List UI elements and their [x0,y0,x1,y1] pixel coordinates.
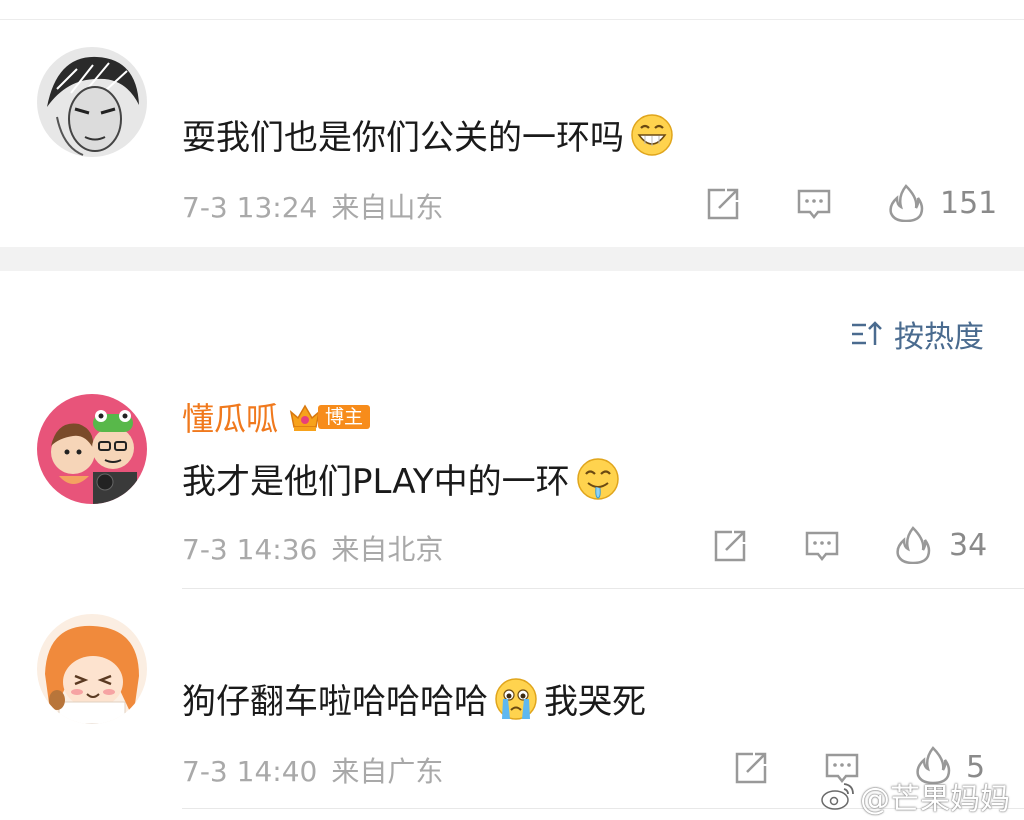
avatar[interactable] [37,47,147,157]
sort-label: 按热度 [894,320,984,355]
fire-icon[interactable] [895,526,931,564]
comment-meta-1: 7-3 13:24 来自山东 [182,186,443,226]
comment-time: 7-3 14:40 [182,755,318,788]
sort-by-hot-button[interactable]: 按热度 [850,312,984,356]
crown-icon [288,400,322,434]
comment-icon[interactable] [796,186,832,222]
fire-icon[interactable] [888,184,924,222]
watermark-text: @芒果妈妈 [860,782,1010,817]
username[interactable]: 懂瓜呱 [182,394,278,440]
comment-text-3: 狗仔翻车啦哈哈哈哈 我哭死 [182,674,646,723]
comment-text-1: 耍我们也是你们公关的一环吗 [182,110,674,159]
comment-author[interactable]: 懂瓜呱 博主 [182,394,371,440]
comment-meta-2: 7-3 14:36 来自北京 [182,528,443,568]
grinning-emoji-icon [630,113,674,157]
comment-source: 来自广东 [331,755,444,788]
badge-label: 博主 [318,405,371,429]
blogger-badge: 博主 [288,400,371,434]
like-count: 34 [949,528,988,563]
section-separator [0,247,1024,271]
comment-source: 来自山东 [331,191,444,224]
weibo-logo-icon [820,780,856,812]
top-divider [0,19,1024,20]
comment-divider [182,588,1024,589]
sort-icon [850,317,884,351]
watermark: @芒果妈妈 [820,774,1010,818]
drooling-emoji-icon [576,457,620,501]
comment-text-2: 我才是他们PLAY中的一环 [182,454,620,503]
comment-icon[interactable] [804,528,840,564]
comment-source: 来自北京 [331,533,444,566]
avatar[interactable] [37,394,147,504]
like-count: 151 [940,186,998,221]
comment-time: 7-3 14:36 [182,533,318,566]
share-icon[interactable] [733,750,769,786]
share-icon[interactable] [712,528,748,564]
comment-time: 7-3 13:24 [182,191,318,224]
comment-meta-3: 7-3 14:40 来自广东 [182,750,443,790]
share-icon[interactable] [705,186,741,222]
avatar[interactable] [37,614,147,724]
crying-emoji-icon [494,677,538,721]
